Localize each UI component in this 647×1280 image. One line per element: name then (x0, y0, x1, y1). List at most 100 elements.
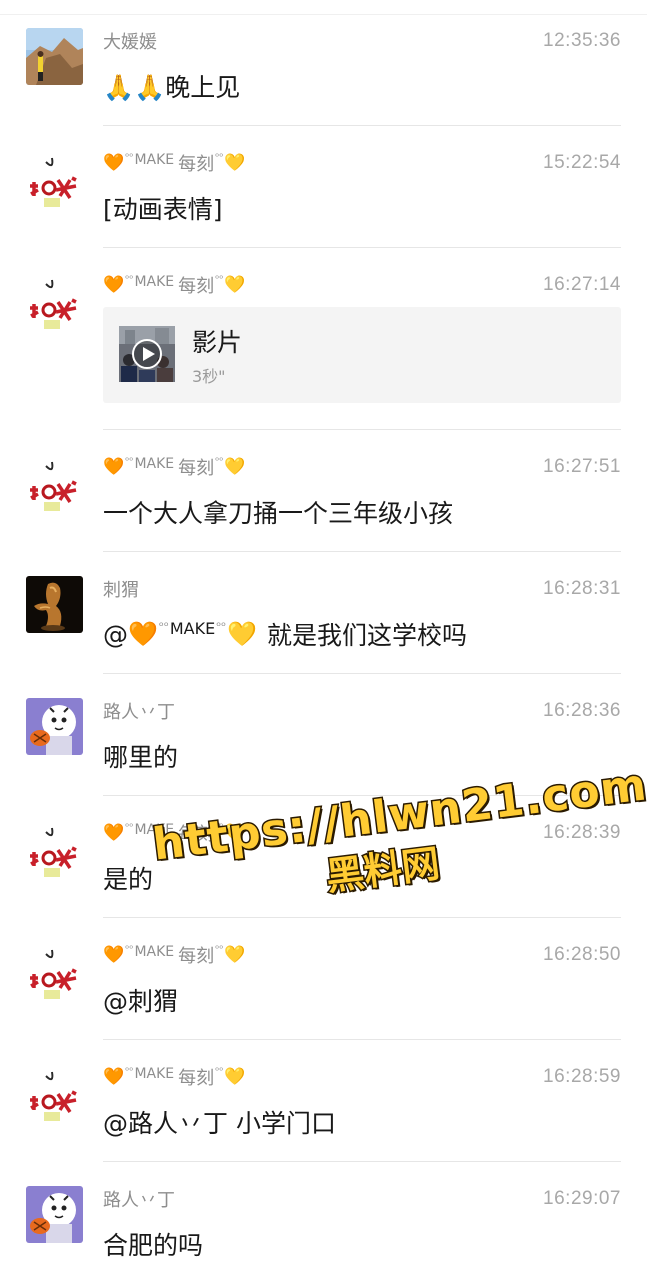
sender-make: MAKE (134, 1066, 175, 1082)
calligraphy-avatar[interactable] (26, 820, 83, 877)
message-text[interactable]: @刺猬 (103, 982, 178, 1018)
calligraphy-avatar[interactable] (26, 454, 83, 511)
message-time: 12:35:36 (543, 30, 621, 51)
sender-name-row: 路人丷丁 (103, 698, 175, 724)
calligraphy-avatar[interactable] (26, 272, 83, 329)
mention-make: MAKE (169, 618, 216, 638)
message-time: 16:29:07 (543, 1188, 621, 1209)
bow-icon: ᵒᵒ (215, 273, 224, 285)
sender-name: 路人丷丁 (103, 1190, 175, 1211)
divider (103, 125, 621, 126)
chat-message-list[interactable]: 大媛媛 12:35:36 🙏🙏晚上见 🧡 ᵒᵒ MAKE 每刻 ᵒᵒ 💛 15:… (0, 0, 647, 1280)
orange-heart-icon: 🧡 (103, 1066, 125, 1087)
message-time: 16:27:51 (543, 456, 621, 477)
bow-icon: ᵒᵒ (125, 821, 134, 833)
mention-at: @ (103, 619, 128, 649)
sender-name-row: 刺猬 (103, 576, 139, 602)
divider (103, 1161, 621, 1162)
sender-name-row: 🧡 ᵒᵒ MAKE 每刻 ᵒᵒ 💛 (103, 272, 246, 298)
video-title: 影片 (192, 328, 243, 357)
sender-name-row: 大媛媛 (103, 28, 157, 54)
bow-icon: ᵒᵒ (215, 455, 224, 467)
bow-icon: ᵒᵒ (215, 943, 224, 955)
orange-heart-icon: 🧡 (128, 620, 158, 648)
orange-heart-icon: 🧡 (103, 152, 125, 173)
sender-name-row: 🧡 ᵒᵒ MAKE 每刻 ᵒᵒ 💛 (103, 150, 246, 176)
yellow-heart-icon: 💛 (224, 822, 246, 843)
sender-make: MAKE (134, 822, 175, 838)
mountain-photo-avatar[interactable] (26, 28, 83, 85)
bow-icon: ᵒᵒ (215, 821, 224, 833)
orange-heart-icon: 🧡 (103, 274, 125, 295)
calligraphy-avatar[interactable] (26, 1064, 83, 1121)
message-text[interactable]: 一个大人拿刀捅一个三年级小孩 (103, 494, 453, 530)
message-time: 15:22:54 (543, 152, 621, 173)
message-time: 16:28:39 (543, 822, 621, 843)
sender-suffix: 每刻 (178, 824, 215, 845)
video-card[interactable]: 影片 3秒" (103, 307, 621, 403)
message-text[interactable]: 🙏🙏晚上见 (103, 68, 240, 104)
sender-make: MAKE (134, 944, 175, 960)
cartoon-avatar[interactable] (26, 698, 83, 755)
video-thumbnail[interactable] (119, 326, 175, 382)
sender-name: 路人丷丁 (103, 702, 175, 723)
message-text[interactable]: 是的 (103, 860, 153, 896)
divider (103, 247, 621, 248)
cartoon-avatar[interactable] (26, 1186, 83, 1243)
sender-suffix: 每刻 (178, 458, 215, 479)
yellow-heart-icon: 💛 (224, 944, 246, 965)
message-text[interactable]: [动画表情] (103, 190, 223, 226)
bow-icon: ᵒᵒ (216, 619, 227, 633)
message-time: 16:28:31 (543, 578, 621, 599)
message-text[interactable]: @ 🧡 ᵒᵒ MAKE ᵒᵒ 💛 就是我们这学校吗 (103, 616, 467, 652)
sender-make: MAKE (134, 456, 175, 472)
message-text[interactable]: 哪里的 (103, 738, 178, 774)
bow-icon: ᵒᵒ (125, 151, 134, 163)
bow-icon: ᵒᵒ (158, 619, 169, 633)
sender-name-row: 路人丷丁 (103, 1186, 175, 1212)
sender-name: 大媛媛 (103, 32, 157, 53)
bow-icon: ᵒᵒ (215, 1065, 224, 1077)
message-time: 16:28:50 (543, 944, 621, 965)
sender-suffix: 每刻 (178, 946, 215, 967)
message-text[interactable]: 合肥的吗 (103, 1226, 203, 1262)
video-duration: 3秒" (192, 367, 226, 386)
sender-suffix: 每刻 (178, 276, 215, 297)
bow-icon: ᵒᵒ (125, 455, 134, 467)
yellow-heart-icon: 💛 (224, 456, 246, 477)
bow-icon: ᵒᵒ (125, 273, 134, 285)
divider (103, 795, 621, 796)
sender-name-row: 🧡 ᵒᵒ MAKE 每刻 ᵒᵒ 💛 (103, 820, 246, 846)
yellow-heart-icon: 💛 (224, 1066, 246, 1087)
message-time: 16:27:14 (543, 274, 621, 295)
sender-name: 刺猬 (103, 580, 139, 601)
sender-make: MAKE (134, 274, 175, 290)
message-time: 16:28:59 (543, 1066, 621, 1087)
message-text[interactable]: @路人丷丁 小学门口 (103, 1104, 336, 1140)
sender-suffix: 每刻 (178, 1068, 215, 1089)
calligraphy-avatar[interactable] (26, 150, 83, 207)
orange-heart-icon: 🧡 (103, 456, 125, 477)
bow-icon: ᵒᵒ (125, 1065, 134, 1077)
orange-heart-icon: 🧡 (103, 944, 125, 965)
sender-name-row: 🧡 ᵒᵒ MAKE 每刻 ᵒᵒ 💛 (103, 942, 246, 968)
divider (103, 429, 621, 430)
message-text-after: 就是我们这学校吗 (267, 621, 468, 650)
bow-icon: ᵒᵒ (125, 943, 134, 955)
sender-name-row: 🧡 ᵒᵒ MAKE 每刻 ᵒᵒ 💛 (103, 454, 246, 480)
divider (103, 673, 621, 674)
sender-name-row: 🧡 ᵒᵒ MAKE 每刻 ᵒᵒ 💛 (103, 1064, 246, 1090)
yellow-heart-icon: 💛 (224, 152, 246, 173)
divider (103, 1039, 621, 1040)
yellow-heart-icon: 💛 (227, 620, 258, 648)
message-time: 16:28:36 (543, 700, 621, 721)
sculpture-avatar[interactable] (26, 576, 83, 633)
sender-suffix: 每刻 (178, 154, 215, 175)
calligraphy-avatar[interactable] (26, 942, 83, 999)
bow-icon: ᵒᵒ (215, 151, 224, 163)
divider (103, 917, 621, 918)
orange-heart-icon: 🧡 (103, 822, 125, 843)
divider (103, 551, 621, 552)
yellow-heart-icon: 💛 (224, 274, 246, 295)
sender-make: MAKE (134, 152, 175, 168)
